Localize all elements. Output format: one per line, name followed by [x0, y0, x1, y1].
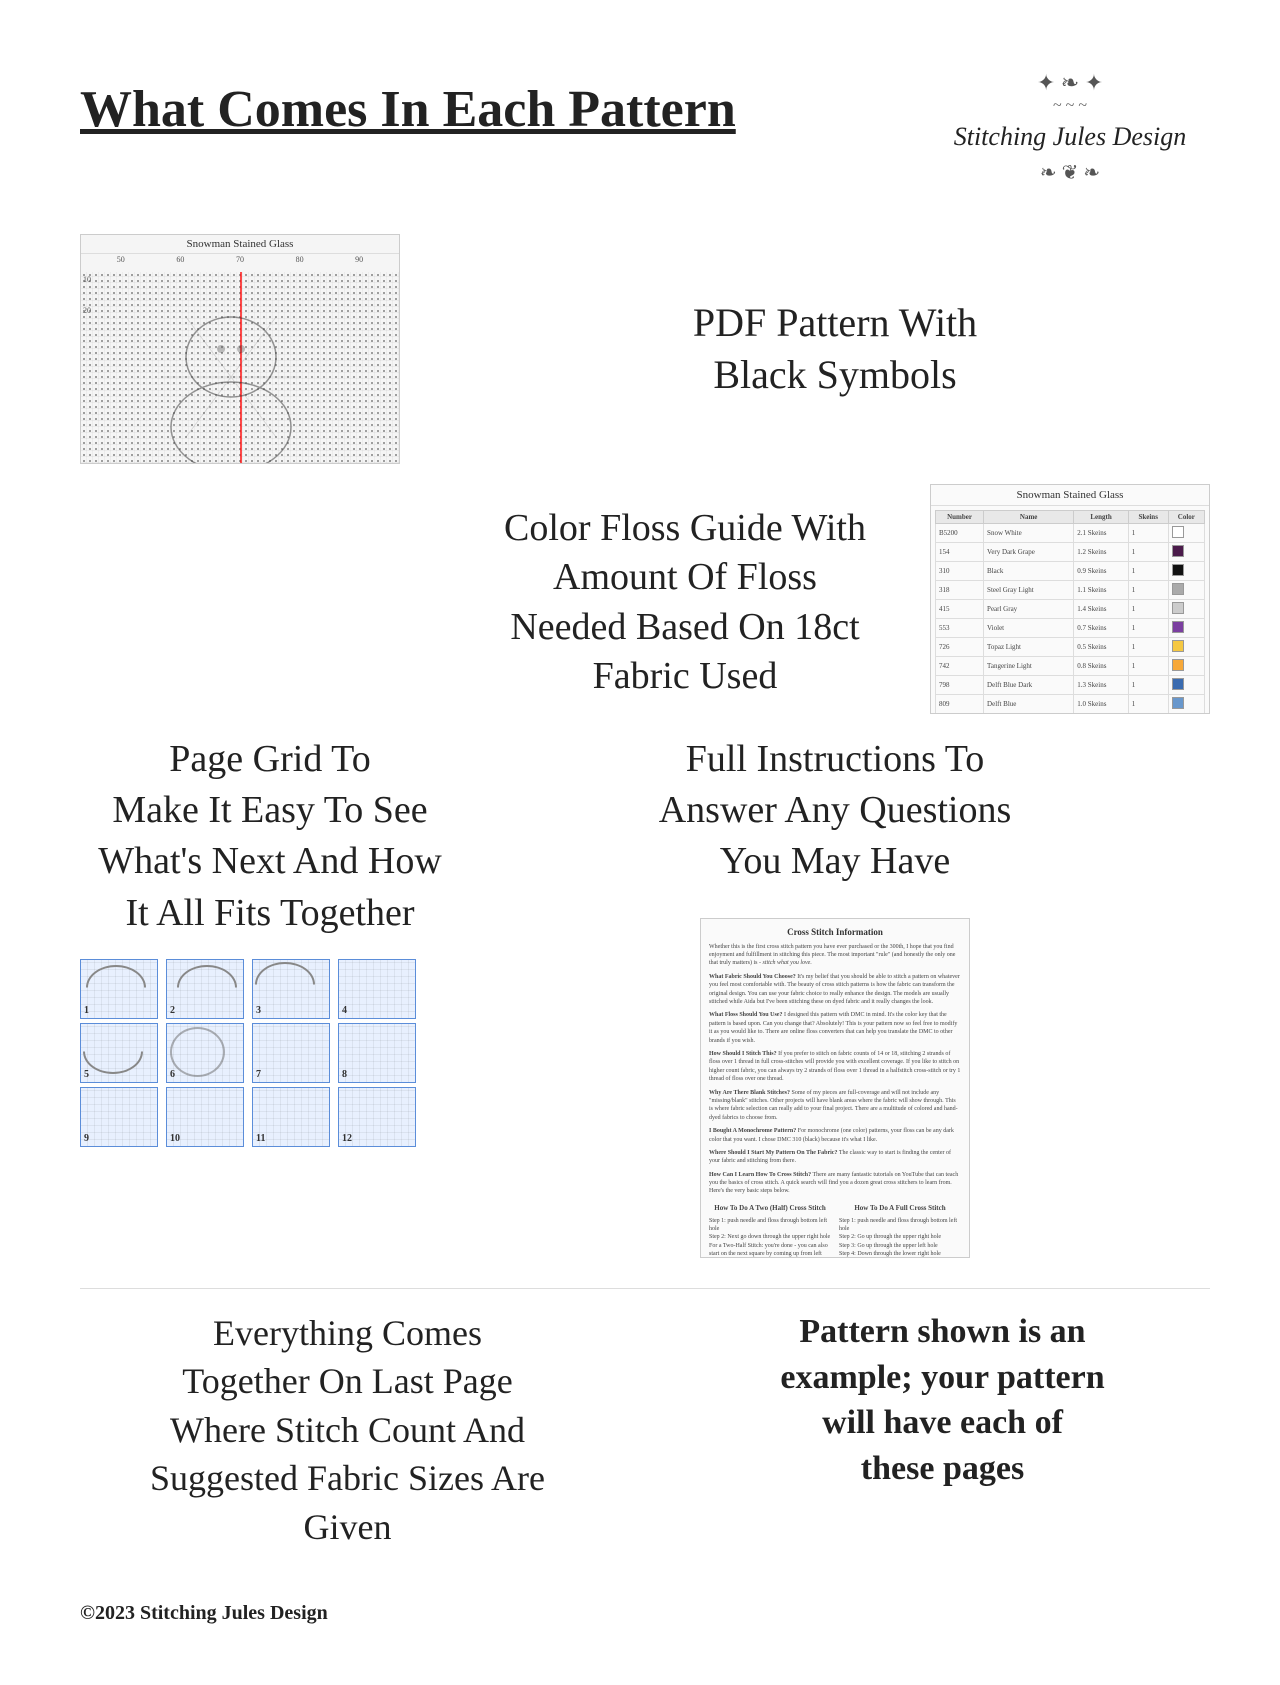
how-to-right-step2: Step 2: Go up through the upper right ho… — [839, 1233, 961, 1241]
svg-text:❧ ❦ ❧: ❧ ❦ ❧ — [1040, 162, 1100, 184]
how-to-right-title: How To Do A Full Cross Stitch — [839, 1204, 961, 1214]
floss-label: Color Floss Guide WithAmount Of FlossNee… — [460, 484, 910, 702]
svg-text:✦ ❧ ✦: ✦ ❧ ✦ — [1037, 70, 1103, 95]
cross-stitch-para-3: What Floss Should You Use? I designed th… — [709, 1011, 961, 1045]
thumbnail-4: 4 — [338, 959, 416, 1019]
how-to-right-step1: Step 1: push needle and floss through bo… — [839, 1217, 961, 1234]
footer: ©2023 Stitching Jules Design — [80, 1592, 1210, 1625]
thumbnail-8: 8 — [338, 1023, 416, 1083]
row1-left: Snowman Stained Glass 5060708090 1020 — [80, 234, 460, 464]
thumbnail-5: 5 — [80, 1023, 158, 1083]
how-to-left-step3: For a Two-Half Stitch: you're done - you… — [709, 1242, 831, 1258]
logo-text: Stitching Jules Design — [954, 120, 1187, 154]
page-grid-label-text: Page Grid ToMake It Easy To SeeWhat's Ne… — [80, 734, 460, 939]
floss-guide-title: Snowman Stained Glass — [931, 485, 1209, 506]
bottom-right-text: Pattern shown is anexample; your pattern… — [675, 1309, 1210, 1493]
how-to-right-step4: Step 4: Down through the lower right hol… — [839, 1250, 961, 1257]
thumbnail-3: 3 — [252, 959, 330, 1019]
cross-stitch-para-6: I Bought A Monochrome Pattern? For monoc… — [709, 1127, 961, 1144]
how-to-right: How To Do A Full Cross Stitch Step 1: pu… — [839, 1204, 961, 1258]
header: What Comes In Each Pattern ✦ ❧ ✦ ~ ~ ~ S… — [80, 60, 1210, 194]
logo-area: ✦ ❧ ✦ ~ ~ ~ Stitching Jules Design ❧ ❦ ❧ — [930, 60, 1210, 194]
cross-stitch-how-to: How To Do A Two (Half) Cross Stitch Step… — [709, 1204, 961, 1258]
row2: Color Floss Guide WithAmount Of FlossNee… — [80, 484, 1210, 714]
page-title: What Comes In Each Pattern — [80, 60, 736, 140]
cross-stitch-para-5: Why Are There Blank Stitches? Some of my… — [709, 1089, 961, 1123]
cross-stitch-para-4: How Should I Stitch This? If you prefer … — [709, 1050, 961, 1084]
cross-stitch-info: Cross Stitch Information Whether this is… — [700, 918, 970, 1258]
floss-guide-preview: Snowman Stained Glass Number Name Length… — [930, 484, 1210, 714]
svg-text:~ ~ ~: ~ ~ ~ — [1053, 97, 1087, 114]
logo-top-ornament: ✦ ❧ ✦ ~ ~ ~ — [970, 60, 1170, 120]
bottom-right-label: Pattern shown is anexample; your pattern… — [675, 1309, 1210, 1493]
snowman-svg — [101, 277, 361, 464]
thumbnail-6: 6 — [166, 1023, 244, 1083]
pattern-preview: Snowman Stained Glass 5060708090 1020 — [80, 234, 400, 464]
thumbnail-9: 9 — [80, 1087, 158, 1147]
page: What Comes In Each Pattern ✦ ❧ ✦ ~ ~ ~ S… — [0, 0, 1280, 1685]
row3: Page Grid ToMake It Easy To SeeWhat's Ne… — [80, 734, 1210, 1258]
thumbnail-1: 1 — [80, 959, 158, 1019]
thumbnail-7: 7 — [252, 1023, 330, 1083]
row1-right: PDF Pattern WithBlack Symbols — [460, 297, 1210, 401]
floss-label-text: Color Floss Guide WithAmount Of FlossNee… — [504, 504, 866, 702]
thumbnail-2: 2 — [166, 959, 244, 1019]
how-to-left-step2: Step 2: Next go down through the upper r… — [709, 1233, 831, 1241]
bottom-left-label: Everything ComesTogether On Last PageWhe… — [80, 1309, 615, 1552]
cross-stitch-para-1: Whether this is the first cross stitch p… — [709, 943, 961, 968]
pdf-label-text: PDF Pattern WithBlack Symbols — [693, 297, 977, 401]
cross-stitch-info-title: Cross Stitch Information — [709, 927, 961, 937]
thumbnail-10: 10 — [166, 1087, 244, 1147]
how-to-left-step1: Step 1: push needle and floss through bo… — [709, 1217, 831, 1234]
how-to-right-step3: Step 3: Go up through the upper left hol… — [839, 1242, 961, 1250]
cross-stitch-para-2: What Fabric Should You Choose? It's my b… — [709, 973, 961, 1007]
floss-table-mock: Number Name Length Skeins Color B5200Sno… — [931, 506, 1209, 714]
footer-copyright: ©2023 Stitching Jules Design — [80, 1602, 1210, 1625]
row1: Snowman Stained Glass 5060708090 1020 — [80, 234, 1210, 464]
pattern-preview-title: Snowman Stained Glass — [81, 235, 399, 254]
logo-bottom-ornament: ❧ ❦ ❧ — [980, 154, 1160, 194]
row2-left — [80, 484, 460, 514]
instructions-label-text: Full Instructions ToAnswer Any Questions… — [659, 734, 1012, 888]
row2-right: Color Floss Guide WithAmount Of FlossNee… — [460, 484, 1210, 714]
thumbnail-11: 11 — [252, 1087, 330, 1147]
cross-stitch-para-8: How Can I Learn How To Cross Stitch? The… — [709, 1171, 961, 1196]
cross-stitch-para-7: Where Should I Start My Pattern On The F… — [709, 1149, 961, 1166]
section-bottom: Everything ComesTogether On Last PageWhe… — [80, 1288, 1210, 1552]
thumbnails-grid: 1 2 3 4 5 — [80, 959, 420, 1147]
how-to-left-title: How To Do A Two (Half) Cross Stitch — [709, 1204, 831, 1214]
how-to-left: How To Do A Two (Half) Cross Stitch Step… — [709, 1204, 831, 1258]
bottom-left-text: Everything ComesTogether On Last PageWhe… — [80, 1309, 615, 1552]
thumbnail-12: 12 — [338, 1087, 416, 1147]
row3-left: Page Grid ToMake It Easy To SeeWhat's Ne… — [80, 734, 460, 1147]
row3-right: Full Instructions ToAnswer Any Questions… — [460, 734, 1210, 1258]
